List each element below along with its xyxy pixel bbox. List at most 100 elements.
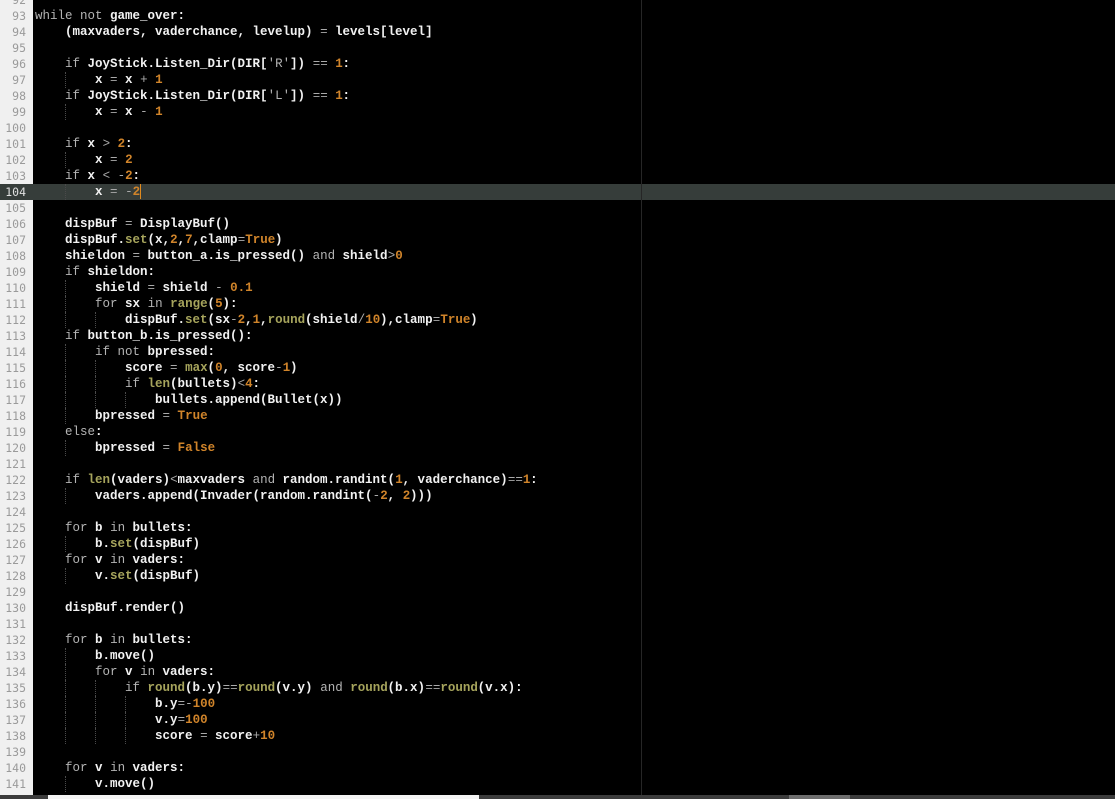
indent-guide [65, 440, 67, 456]
code-line[interactable]: 107 dispBuf.set(x,2,7,clamp=True) dispBu… [0, 232, 1115, 248]
indent-guide [65, 360, 67, 376]
line-number: 107 [5, 233, 26, 247]
code-line[interactable]: 129 [0, 584, 1115, 600]
code-line[interactable]: 119 else: else: [0, 424, 1115, 440]
line-number: 132 [5, 633, 26, 647]
line-text: if shieldon: [35, 265, 156, 279]
code-line[interactable]: 109 if shieldon: if shieldon: [0, 264, 1115, 280]
line-number: 108 [5, 249, 26, 263]
indent-guide [65, 664, 67, 680]
line-text: bpressed = False [35, 441, 216, 455]
code-line[interactable]: 99 x = x - 1 x = x - 1 [0, 104, 1115, 120]
line-number: 94 [12, 25, 26, 39]
line-number: 115 [5, 361, 26, 375]
line-text: if JoyStick.Listen_Dir(DIR['R']) == 1: [35, 57, 351, 71]
code-line[interactable]: 123 vaders.append(Invader(random.randint… [0, 488, 1115, 504]
line-text: score = score+10 [35, 729, 276, 743]
code-line[interactable]: 95 [0, 40, 1115, 56]
indent-guide [125, 696, 127, 712]
code-line[interactable]: 100 [0, 120, 1115, 136]
indent-guide [65, 72, 67, 88]
code-line[interactable]: 114 if not bpressed: if not bpressed: [0, 344, 1115, 360]
code-line[interactable]: 105 [0, 200, 1115, 216]
line-number: 93 [12, 9, 26, 23]
indent-guide [65, 312, 67, 328]
code-line[interactable]: 115 score = max(0, score-1) score = max(… [0, 360, 1115, 376]
horizontal-scrollbar[interactable] [0, 795, 1115, 799]
line-number: 138 [5, 729, 26, 743]
line-number: 95 [12, 41, 26, 55]
line-text: else: [35, 425, 103, 439]
line-text: score = max(0, score-1) [35, 361, 298, 375]
indent-guide [65, 712, 67, 728]
scrollbar-thumb[interactable] [48, 795, 479, 799]
line-number: 120 [5, 441, 26, 455]
code-line[interactable]: 97 x = x + 1 x = x + 1 [0, 72, 1115, 88]
line-text: dispBuf.render() [35, 601, 186, 615]
indent-guide [65, 184, 67, 200]
line-number: 121 [5, 457, 26, 471]
line-number: 119 [5, 425, 26, 439]
code-line[interactable]: 134 for v in vaders: for v in vaders: [0, 664, 1115, 680]
line-number: 99 [12, 105, 26, 119]
line-text: v.move() [35, 777, 156, 791]
code-editor[interactable]: 9293while not game_over:while not game_o… [0, 0, 1115, 792]
code-line[interactable]: 132 for b in bullets: for b in bullets: [0, 632, 1115, 648]
code-line[interactable]: 122 if len(vaders)<maxvaders and random.… [0, 472, 1115, 488]
code-line[interactable]: 96 if JoyStick.Listen_Dir(DIR['R']) == 1… [0, 56, 1115, 72]
line-number: 127 [5, 553, 26, 567]
code-line[interactable]: 126 b.set(dispBuf) b.set(dispBuf) [0, 536, 1115, 552]
code-line[interactable]: 93while not game_over:while not game_ove… [0, 8, 1115, 24]
line-text: bullets.append(Bullet(x)) [35, 393, 343, 407]
code-line[interactable]: 111 for sx in range(5): for sx in range(… [0, 296, 1115, 312]
code-line[interactable]: 131 [0, 616, 1115, 632]
code-line[interactable]: 113 if button_b.is_pressed(): if button_… [0, 328, 1115, 344]
code-line[interactable]: 92 [0, 0, 1115, 8]
line-number: 101 [5, 137, 26, 151]
code-line[interactable]: 118 bpressed = True bpressed = True [0, 408, 1115, 424]
code-line[interactable]: 139 [0, 744, 1115, 760]
code-line[interactable]: 136 b.y=-100 b.y=-100 [0, 696, 1115, 712]
code-line[interactable]: 121 [0, 456, 1115, 472]
code-line[interactable]: 106 dispBuf = DisplayBuf() dispBuf = Dis… [0, 216, 1115, 232]
line-number: 110 [5, 281, 26, 295]
code-line[interactable]: 140 for v in vaders: for v in vaders: [0, 760, 1115, 776]
code-line[interactable]: 101 if x > 2: if x > 2: [0, 136, 1115, 152]
line-number: 137 [5, 713, 26, 727]
code-line[interactable]: 117 bullets.append(Bullet(x)) bullets.ap… [0, 392, 1115, 408]
code-line[interactable]: 112 dispBuf.set(sx-2,1,round(shield/10),… [0, 312, 1115, 328]
line-number: 131 [5, 617, 26, 631]
indent-guide [65, 408, 67, 424]
line-number: 104 [5, 185, 26, 199]
code-line[interactable]: 120 bpressed = False bpressed = False [0, 440, 1115, 456]
code-line[interactable]: 138 score = score+10 score = score+10 [0, 728, 1115, 744]
code-line[interactable]: 110 shield = shield - 0.1 shield = shiel… [0, 280, 1115, 296]
code-line[interactable]: 102 x = 2 x = 2 [0, 152, 1115, 168]
code-line[interactable]: 103 if x < -2: if x < -2: [0, 168, 1115, 184]
code-line[interactable]: 116 if len(bullets)<4: if len(bullets)<4… [0, 376, 1115, 392]
code-line[interactable]: 94 (maxvaders, vaderchance, levelup) = l… [0, 24, 1115, 40]
indent-guide [65, 648, 67, 664]
indent-guide [95, 392, 97, 408]
line-text: for b in bullets: [35, 521, 193, 535]
line-text: x = -2 [35, 185, 141, 199]
code-line[interactable]: 98 if JoyStick.Listen_Dir(DIR['L']) == 1… [0, 88, 1115, 104]
indent-guide [95, 696, 97, 712]
code-line[interactable]: 125 for b in bullets: for b in bullets: [0, 520, 1115, 536]
code-line[interactable]: 128 v.set(dispBuf) v.set(dispBuf) [0, 568, 1115, 584]
line-number: 140 [5, 761, 26, 775]
indent-guide [125, 728, 127, 744]
code-line[interactable]: 124 [0, 504, 1115, 520]
code-line[interactable]: 133 b.move() b.move() [0, 648, 1115, 664]
code-line[interactable]: 108 shieldon = button_a.is_pressed() and… [0, 248, 1115, 264]
line-number: 109 [5, 265, 26, 279]
code-line[interactable]: 137 v.y=100 v.y=100 [0, 712, 1115, 728]
line-text: for v in vaders: [35, 553, 186, 567]
code-line[interactable]: 135 if round(b.y)==round(v.y) and round(… [0, 680, 1115, 696]
code-line[interactable]: 130 dispBuf.render() dispBuf.render() [0, 600, 1115, 616]
code-line[interactable]: 127 for v in vaders: for v in vaders: [0, 552, 1115, 568]
code-line[interactable]: 141 v.move() v.move() [0, 776, 1115, 792]
line-number: 100 [5, 121, 26, 135]
code-line[interactable]: 104 x = -2 x = -2 [0, 184, 1115, 200]
line-number: 125 [5, 521, 26, 535]
